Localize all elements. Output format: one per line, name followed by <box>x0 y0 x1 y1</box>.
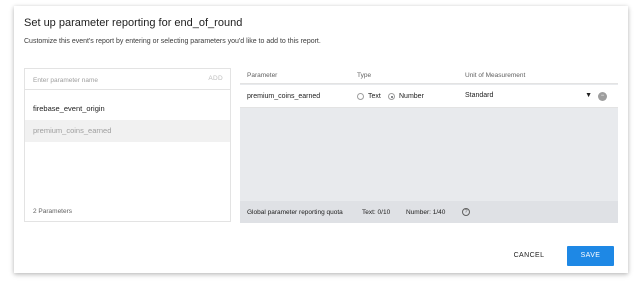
dialog-subtitle: Customize this event's report by enterin… <box>24 38 321 45</box>
list-item-firebase-event-origin[interactable]: firebase_event_origin <box>25 98 230 120</box>
remove-icon[interactable]: − <box>598 92 607 101</box>
type-text-label: Text <box>368 93 381 100</box>
parameter-count: 2 Parameters <box>33 208 73 215</box>
type-text-radio[interactable] <box>357 93 364 100</box>
quota-label: Global parameter reporting quota <box>247 209 343 216</box>
unit-value: Standard <box>465 92 494 99</box>
parameter-reporting-dialog: Set up parameter reporting for end_of_ro… <box>14 6 628 273</box>
row-parameter-name: premium_coins_earned <box>247 93 321 100</box>
column-header-unit: Unit of Measurement <box>465 72 526 79</box>
column-header-type: Type <box>357 72 372 79</box>
selected-parameters-panel: Parameter Type Unit of Measurement premi… <box>240 68 618 223</box>
parameter-name-input[interactable] <box>33 75 193 85</box>
add-parameter-button[interactable]: ADD <box>208 75 223 82</box>
parameter-input-row: ADD <box>25 69 230 90</box>
dialog-title: Set up parameter reporting for end_of_ro… <box>24 17 243 29</box>
quota-number-count: Number: 1/40 <box>406 209 446 216</box>
help-icon[interactable]: ? <box>462 208 470 216</box>
table-header: Parameter Type Unit of Measurement <box>240 68 618 84</box>
quota-bar: Global parameter reporting quota Text: 0… <box>240 201 618 223</box>
list-item-premium-coins-earned[interactable]: premium_coins_earned <box>25 120 230 142</box>
table-row: premium_coins_earned Text Number Standar… <box>240 85 618 108</box>
unit-of-measurement-select[interactable]: Standard ▼ <box>465 92 592 102</box>
type-number-label: Number <box>399 93 424 100</box>
parameter-list-panel: ADD firebase_event_origin premium_coins_… <box>24 68 231 222</box>
column-header-parameter: Parameter <box>247 72 278 79</box>
type-number-radio[interactable] <box>388 93 395 100</box>
caret-down-icon: ▼ <box>585 92 592 99</box>
save-button[interactable]: SAVE <box>567 246 614 266</box>
quota-text-count: Text: 0/10 <box>362 209 391 216</box>
cancel-button[interactable]: CANCEL <box>507 247 551 265</box>
